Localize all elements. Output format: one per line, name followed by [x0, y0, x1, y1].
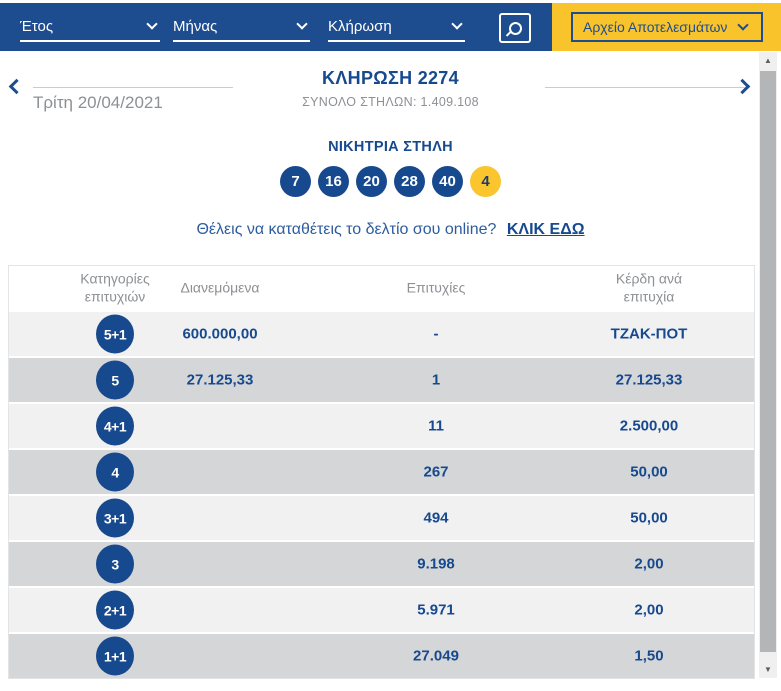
table-row: 5+1 600.000,00 - ΤΖΑΚ-ΠΟΤ [9, 312, 754, 356]
online-cta: Θέλεις να καταθέτεις το δελτίο σου onlin… [0, 221, 781, 239]
prize-value: 2,00 [634, 555, 664, 573]
category-badge: 5+1 [96, 314, 134, 354]
winning-number-ball: 20 [356, 166, 387, 197]
chevron-down-icon [737, 19, 749, 31]
vertical-scrollbar[interactable]: ▲ ▼ [759, 52, 777, 678]
month-dropdown-label: Μήνας [173, 17, 218, 35]
results-archive-label: Αρχείο Αποτελεσμάτων [583, 19, 728, 35]
category-badge: 3+1 [96, 498, 134, 538]
winners-value: 11 [428, 417, 444, 435]
chevron-down-icon [296, 18, 308, 30]
prize-table-header: Κατηγορίες επιτυχιών Διανεμόμενα Επιτυχί… [9, 266, 754, 310]
online-cta-text: Θέλεις να καταθέτεις το δελτίο σου onlin… [196, 221, 497, 238]
winners-value: 267 [423, 463, 449, 481]
chevron-down-icon [451, 18, 463, 30]
search-icon [508, 21, 522, 35]
category-badge: 2+1 [96, 590, 134, 630]
lottery-results-page: Έτος Μήνας Κλήρωση Αρχείο Αποτελεσμάτων [0, 0, 781, 691]
filter-bar-yellow-section: Αρχείο Αποτελεσμάτων [552, 3, 781, 51]
prize-value: 50,00 [630, 509, 668, 527]
category-badge: 4 [96, 452, 134, 492]
header-categories: Κατηγορίες επιτυχιών [80, 270, 150, 305]
month-dropdown[interactable]: Μήνας [173, 12, 310, 42]
draw-dropdown-label: Κλήρωση [328, 17, 392, 35]
scrollbar-thumb[interactable] [760, 71, 776, 652]
scroll-up-arrow-icon[interactable]: ▲ [759, 52, 777, 69]
category-badge: 3 [96, 544, 134, 584]
results-archive-button[interactable]: Αρχείο Αποτελεσμάτων [571, 12, 763, 42]
prize-value: 2,00 [634, 601, 664, 619]
table-row: 3 9.198 2,00 [9, 542, 754, 586]
prize-value: 27.125,33 [615, 371, 683, 389]
winning-numbers: 7 16 20 28 40 4 [0, 166, 781, 197]
click-here-link[interactable]: ΚΛΙΚ ΕΔΩ [507, 221, 585, 238]
winning-number-ball: 7 [280, 166, 311, 197]
winning-column-title: ΝΙΚΗΤΡΙΑ ΣΤΗΛΗ [328, 139, 453, 155]
header-distributed: Διανεμόμενα [180, 279, 260, 296]
filter-bar-blue-section: Έτος Μήνας Κλήρωση [0, 3, 552, 51]
chevron-down-icon [146, 18, 158, 30]
draw-title: ΚΛΗΡΩΣΗ 2274 [322, 68, 459, 88]
distributed-value: 27.125,33 [186, 371, 254, 389]
scroll-down-arrow-icon[interactable]: ▼ [759, 661, 777, 678]
search-button[interactable] [499, 13, 531, 43]
winners-value: 9.198 [417, 555, 455, 573]
total-columns-label: ΣΥΝΟΛΟ ΣΤΗΛΩΝ: 1.409.108 [302, 95, 479, 109]
category-badge: 5 [96, 360, 134, 400]
top-filter-bar: Έτος Μήνας Κλήρωση Αρχείο Αποτελεσμάτων [0, 3, 781, 51]
prize-value: 2.500,00 [619, 417, 679, 435]
table-row: 1+1 27.049 1,50 [9, 634, 754, 678]
winners-value: 5.971 [417, 601, 455, 619]
winning-number-ball: 40 [432, 166, 463, 197]
distributed-value: 600.000,00 [182, 325, 258, 343]
table-row: 4 267 50,00 [9, 450, 754, 494]
joker-number-ball: 4 [470, 166, 501, 197]
header-winners: Επιτυχίες [406, 279, 466, 296]
year-dropdown[interactable]: Έτος [20, 12, 160, 42]
header-prize: Κέρδη ανά επιτυχία [615, 270, 683, 305]
table-row: 2+1 5.971 2,00 [9, 588, 754, 632]
table-row: 5 27.125,33 1 27.125,33 [9, 358, 754, 402]
prize-value: 50,00 [630, 463, 668, 481]
winners-value: 1 [431, 371, 441, 389]
prize-table: Κατηγορίες επιτυχιών Διανεμόμενα Επιτυχί… [8, 265, 755, 679]
table-row: 3+1 494 50,00 [9, 496, 754, 540]
winning-number-ball: 16 [318, 166, 349, 197]
category-badge: 4+1 [96, 406, 134, 446]
table-row: 4+1 11 2.500,00 [9, 404, 754, 448]
winning-number-ball: 28 [394, 166, 425, 197]
year-dropdown-label: Έτος [20, 17, 54, 35]
category-badge: 1+1 [96, 636, 134, 676]
prize-value: ΤΖΑΚ-ΠΟΤ [610, 325, 688, 343]
winners-value: 494 [423, 509, 449, 527]
prize-value: 1,50 [634, 647, 664, 665]
winners-value: 27.049 [413, 647, 459, 665]
winners-value: - [433, 325, 439, 343]
draw-dropdown[interactable]: Κλήρωση [328, 12, 465, 42]
